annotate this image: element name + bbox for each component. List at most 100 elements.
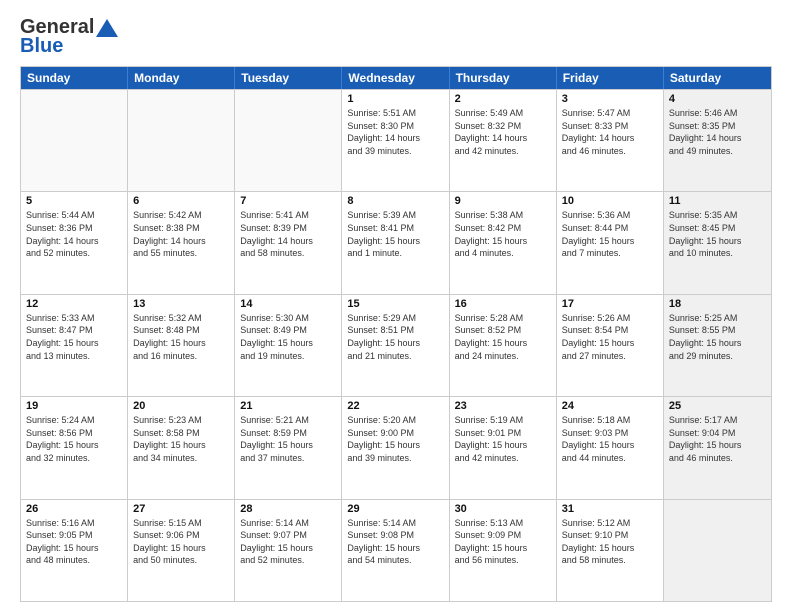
day-number: 16 (455, 298, 551, 310)
calendar-header-cell: Tuesday (235, 67, 342, 89)
day-number: 20 (133, 400, 229, 412)
day-number: 1 (347, 93, 443, 105)
cell-text: Sunrise: 5:24 AM Sunset: 8:56 PM Dayligh… (26, 414, 122, 464)
calendar-cell: 8Sunrise: 5:39 AM Sunset: 8:41 PM Daylig… (342, 192, 449, 293)
cell-text: Sunrise: 5:51 AM Sunset: 8:30 PM Dayligh… (347, 107, 443, 157)
calendar-body: 1 Sunrise: 5:51 AM Sunset: 8:30 PM Daylig… (21, 89, 771, 601)
cell-text: Sunrise: 5:20 AM Sunset: 9:00 PM Dayligh… (347, 414, 443, 464)
day-number: 24 (562, 400, 658, 412)
day-number: 26 (26, 503, 122, 515)
calendar-header-cell: Wednesday (342, 67, 449, 89)
calendar-cell: 31Sunrise: 5:12 AM Sunset: 9:10 PM Dayli… (557, 500, 664, 601)
calendar-cell: 9Sunrise: 5:38 AM Sunset: 8:42 PM Daylig… (450, 192, 557, 293)
calendar-cell: 18Sunrise: 5:25 AM Sunset: 8:55 PM Dayli… (664, 295, 771, 396)
cell-text: Sunrise: 5:14 AM Sunset: 9:07 PM Dayligh… (240, 517, 336, 567)
cell-text: Sunrise: 5:14 AM Sunset: 9:08 PM Dayligh… (347, 517, 443, 567)
cell-text: Sunrise: 5:18 AM Sunset: 9:03 PM Dayligh… (562, 414, 658, 464)
calendar-cell: 16 Sunrise: 5:28 AM Sunset: 8:52 PM Dayli… (450, 295, 557, 396)
calendar-cell: 27 Sunrise: 5:15 AM Sunset: 9:06 PM Dayli… (128, 500, 235, 601)
calendar-week-row: 19 Sunrise: 5:24 AM Sunset: 8:56 PM Dayli… (21, 396, 771, 498)
calendar-cell: 6Sunrise: 5:42 AM Sunset: 8:38 PM Daylig… (128, 192, 235, 293)
calendar-cell: 25 Sunrise: 5:17 AM Sunset: 9:04 PM Dayli… (664, 397, 771, 498)
calendar-cell: 24 Sunrise: 5:18 AM Sunset: 9:03 PM Dayli… (557, 397, 664, 498)
cell-text: Sunrise: 5:21 AM Sunset: 8:59 PM Dayligh… (240, 414, 336, 464)
cell-text: Sunrise: 5:41 AM Sunset: 8:39 PM Dayligh… (240, 209, 336, 259)
day-number: 21 (240, 400, 336, 412)
calendar-cell: 3Sunrise: 5:47 AM Sunset: 8:33 PM Daylig… (557, 90, 664, 191)
calendar-cell: 19 Sunrise: 5:24 AM Sunset: 8:56 PM Dayli… (21, 397, 128, 498)
calendar-week-row: 1 Sunrise: 5:51 AM Sunset: 8:30 PM Daylig… (21, 89, 771, 191)
day-number: 29 (347, 503, 443, 515)
cell-text: Sunrise: 5:17 AM Sunset: 9:04 PM Dayligh… (669, 414, 766, 464)
cell-text: Sunrise: 5:29 AM Sunset: 8:51 PM Dayligh… (347, 312, 443, 362)
day-number: 25 (669, 400, 766, 412)
calendar-cell: 10Sunrise: 5:36 AM Sunset: 8:44 PM Dayli… (557, 192, 664, 293)
cell-text: Sunrise: 5:15 AM Sunset: 9:06 PM Dayligh… (133, 517, 229, 567)
cell-text: Sunrise: 5:12 AM Sunset: 9:10 PM Dayligh… (562, 517, 658, 567)
day-number: 13 (133, 298, 229, 310)
calendar-cell (235, 90, 342, 191)
calendar-cell: 30 Sunrise: 5:13 AM Sunset: 9:09 PM Dayli… (450, 500, 557, 601)
cell-text: Sunrise: 5:39 AM Sunset: 8:41 PM Dayligh… (347, 209, 443, 259)
calendar-cell: 5 Sunrise: 5:44 AM Sunset: 8:36 PM Daylig… (21, 192, 128, 293)
calendar-cell: 7Sunrise: 5:41 AM Sunset: 8:39 PM Daylig… (235, 192, 342, 293)
cell-text: Sunrise: 5:28 AM Sunset: 8:52 PM Dayligh… (455, 312, 551, 362)
cell-text: Sunrise: 5:16 AM Sunset: 9:05 PM Dayligh… (26, 517, 122, 567)
day-number: 11 (669, 195, 766, 207)
calendar-header-cell: Thursday (450, 67, 557, 89)
calendar-cell: 13 Sunrise: 5:32 AM Sunset: 8:48 PM Dayli… (128, 295, 235, 396)
cell-text: Sunrise: 5:36 AM Sunset: 8:44 PM Dayligh… (562, 209, 658, 259)
calendar-cell: 22Sunrise: 5:20 AM Sunset: 9:00 PM Dayli… (342, 397, 449, 498)
page: General Blue SundayMondayTuesdayWednesda… (0, 0, 792, 612)
cell-text: Sunrise: 5:42 AM Sunset: 8:38 PM Dayligh… (133, 209, 229, 259)
header: General Blue (20, 16, 772, 58)
day-number: 18 (669, 298, 766, 310)
calendar-week-row: 12Sunrise: 5:33 AM Sunset: 8:47 PM Dayli… (21, 294, 771, 396)
calendar-cell (664, 500, 771, 601)
calendar-header-row: SundayMondayTuesdayWednesdayThursdayFrid… (21, 67, 771, 89)
calendar-week-row: 26 Sunrise: 5:16 AM Sunset: 9:05 PM Dayli… (21, 499, 771, 601)
calendar-cell: 11Sunrise: 5:35 AM Sunset: 8:45 PM Dayli… (664, 192, 771, 293)
calendar-cell: 29 Sunrise: 5:14 AM Sunset: 9:08 PM Dayli… (342, 500, 449, 601)
day-number: 17 (562, 298, 658, 310)
cell-text: Sunrise: 5:26 AM Sunset: 8:54 PM Dayligh… (562, 312, 658, 362)
calendar-cell (21, 90, 128, 191)
calendar-header-cell: Sunday (21, 67, 128, 89)
day-number: 5 (26, 195, 122, 207)
calendar-cell: 26 Sunrise: 5:16 AM Sunset: 9:05 PM Dayli… (21, 500, 128, 601)
calendar-header-cell: Friday (557, 67, 664, 89)
cell-text: Sunrise: 5:19 AM Sunset: 9:01 PM Dayligh… (455, 414, 551, 464)
calendar-week-row: 5 Sunrise: 5:44 AM Sunset: 8:36 PM Daylig… (21, 191, 771, 293)
calendar-cell (128, 90, 235, 191)
day-number: 15 (347, 298, 443, 310)
day-number: 2 (455, 93, 551, 105)
cell-text: Sunrise: 5:32 AM Sunset: 8:48 PM Dayligh… (133, 312, 229, 362)
day-number: 19 (26, 400, 122, 412)
cell-text: Sunrise: 5:23 AM Sunset: 8:58 PM Dayligh… (133, 414, 229, 464)
calendar-cell: 17 Sunrise: 5:26 AM Sunset: 8:54 PM Dayli… (557, 295, 664, 396)
day-number: 27 (133, 503, 229, 515)
calendar: SundayMondayTuesdayWednesdayThursdayFrid… (20, 66, 772, 602)
calendar-cell: 23 Sunrise: 5:19 AM Sunset: 9:01 PM Dayli… (450, 397, 557, 498)
cell-text: Sunrise: 5:13 AM Sunset: 9:09 PM Dayligh… (455, 517, 551, 567)
day-number: 28 (240, 503, 336, 515)
cell-text: Sunrise: 5:44 AM Sunset: 8:36 PM Dayligh… (26, 209, 122, 259)
day-number: 4 (669, 93, 766, 105)
calendar-header-cell: Monday (128, 67, 235, 89)
calendar-cell: 20 Sunrise: 5:23 AM Sunset: 8:58 PM Dayli… (128, 397, 235, 498)
day-number: 30 (455, 503, 551, 515)
calendar-cell: 12Sunrise: 5:33 AM Sunset: 8:47 PM Dayli… (21, 295, 128, 396)
cell-text: Sunrise: 5:46 AM Sunset: 8:35 PM Dayligh… (669, 107, 766, 157)
day-number: 14 (240, 298, 336, 310)
calendar-cell: 28 Sunrise: 5:14 AM Sunset: 9:07 PM Dayli… (235, 500, 342, 601)
calendar-cell: 2 Sunrise: 5:49 AM Sunset: 8:32 PM Daylig… (450, 90, 557, 191)
cell-text: Sunrise: 5:49 AM Sunset: 8:32 PM Dayligh… (455, 107, 551, 157)
calendar-cell: 14Sunrise: 5:30 AM Sunset: 8:49 PM Dayli… (235, 295, 342, 396)
day-number: 23 (455, 400, 551, 412)
logo: General Blue (20, 16, 118, 58)
logo-blue-text: Blue (20, 35, 63, 58)
calendar-cell: 21 Sunrise: 5:21 AM Sunset: 8:59 PM Dayli… (235, 397, 342, 498)
calendar-cell: 4 Sunrise: 5:46 AM Sunset: 8:35 PM Daylig… (664, 90, 771, 191)
day-number: 12 (26, 298, 122, 310)
cell-text: Sunrise: 5:47 AM Sunset: 8:33 PM Dayligh… (562, 107, 658, 157)
